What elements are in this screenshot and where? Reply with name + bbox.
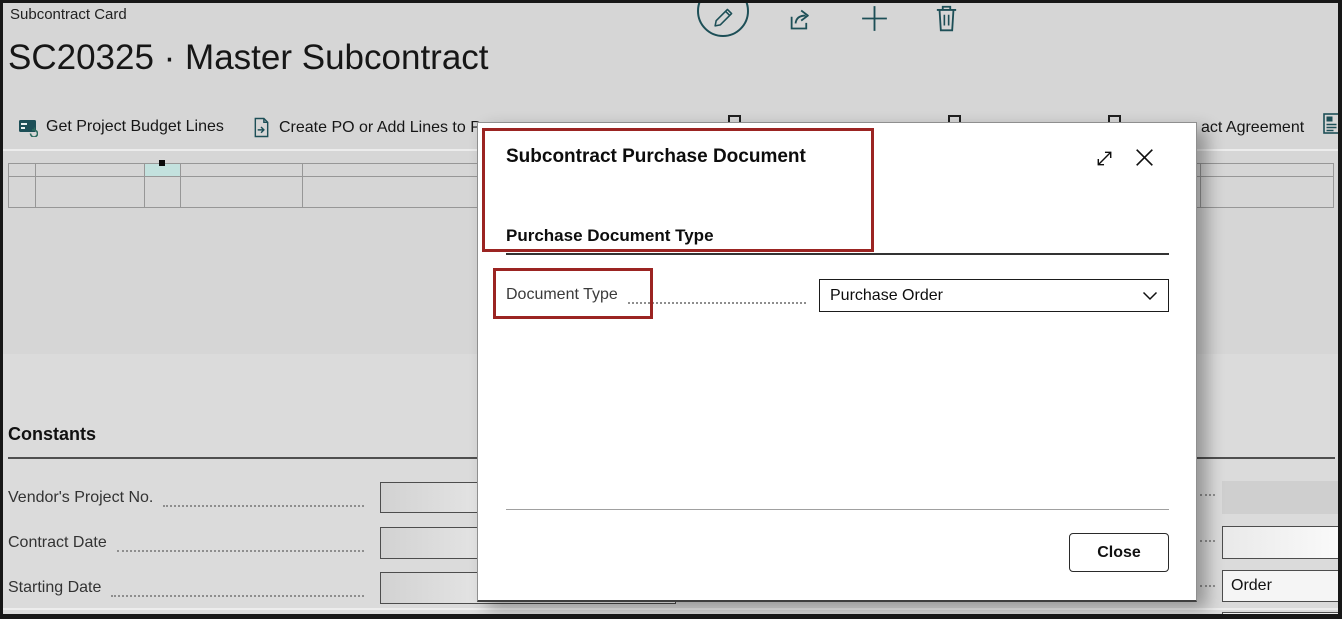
toolbar-item-label: act Agreement (1201, 119, 1304, 137)
field-row-starting-date: Starting Date (8, 573, 372, 603)
document-type-value: Purchase Order (830, 287, 943, 305)
expand-icon (1094, 148, 1115, 169)
field-row-contract-date: Contract Date (8, 528, 372, 558)
close-button[interactable]: Close (1069, 533, 1169, 572)
pencil-icon (712, 4, 737, 29)
field-row-vendors-project-no: Vendor's Project No. (8, 483, 372, 513)
right-field-value: Order (1231, 577, 1272, 595)
document-type-label: Document Type (506, 286, 618, 304)
dotted-leader (1200, 540, 1215, 542)
window-border (0, 0, 1342, 3)
toolbar-subcontract-agreement[interactable]: act Agreement (1201, 119, 1304, 137)
share-button[interactable] (786, 6, 813, 38)
page-title: SC20325 · Master Subcontract (8, 38, 489, 78)
dialog-section-heading: Purchase Document Type (506, 226, 714, 246)
share-icon (786, 6, 813, 33)
close-icon (1132, 145, 1157, 170)
grid-line-v (1200, 163, 1201, 208)
field-label: Vendor's Project No. (8, 489, 153, 507)
window-border (0, 614, 1342, 619)
window-border (0, 0, 3, 619)
create-po-icon (252, 117, 271, 138)
subcontract-card-window: Subcontract Card SC20325 · Master Subcon… (0, 0, 1342, 619)
delete-button[interactable] (933, 3, 960, 38)
grid-line-v (8, 163, 9, 208)
page-bottom-edge (3, 608, 1338, 610)
page-caption: Subcontract Card (10, 6, 127, 23)
dialog-field-row: Document Type (506, 281, 814, 309)
toolbar-item-label: Get Project Budget Lines (46, 118, 224, 136)
dotted-leader (1200, 585, 1215, 587)
right-input-field[interactable] (1222, 526, 1340, 559)
expand-dialog-button[interactable] (1094, 148, 1115, 174)
dialog-footer-divider (506, 509, 1169, 510)
chevron-down-icon (1142, 291, 1158, 301)
dialog-title: Subcontract Purchase Document (506, 146, 806, 168)
right-disabled-field (1222, 481, 1340, 514)
grid-line-v (1333, 163, 1334, 208)
right-document-type-field[interactable]: Order (1222, 570, 1340, 602)
grid-line-v (180, 163, 181, 208)
toolbar-item-label: Create PO or Add Lines to P (279, 119, 481, 137)
close-dialog-button[interactable] (1132, 145, 1157, 175)
dotted-leader (1200, 494, 1215, 496)
trash-icon (933, 3, 960, 33)
field-label: Contract Date (8, 534, 107, 552)
grid-line-v (302, 163, 303, 208)
document-type-select[interactable]: Purchase Order (819, 279, 1169, 312)
selected-cell-handle[interactable] (159, 160, 165, 166)
toolbar-create-po-or-add-lines[interactable]: Create PO or Add Lines to P (252, 117, 481, 138)
edit-button[interactable] (697, 0, 749, 37)
dotted-leader (628, 292, 806, 304)
constants-section-heading: Constants (8, 424, 96, 445)
get-budget-lines-icon (18, 117, 38, 137)
new-button[interactable] (858, 2, 891, 40)
dotted-leader (163, 495, 364, 507)
dotted-leader (117, 540, 364, 552)
window-border (1338, 0, 1342, 619)
dialog-section-divider (506, 253, 1169, 255)
dotted-leader (111, 585, 364, 597)
plus-icon (858, 2, 891, 35)
field-label: Starting Date (8, 579, 101, 597)
subcontract-purchase-document-dialog: Subcontract Purchase Document Purchase D… (477, 122, 1197, 602)
grid-line-v (35, 163, 36, 208)
toolbar-get-project-budget-lines[interactable]: Get Project Budget Lines (18, 117, 224, 137)
